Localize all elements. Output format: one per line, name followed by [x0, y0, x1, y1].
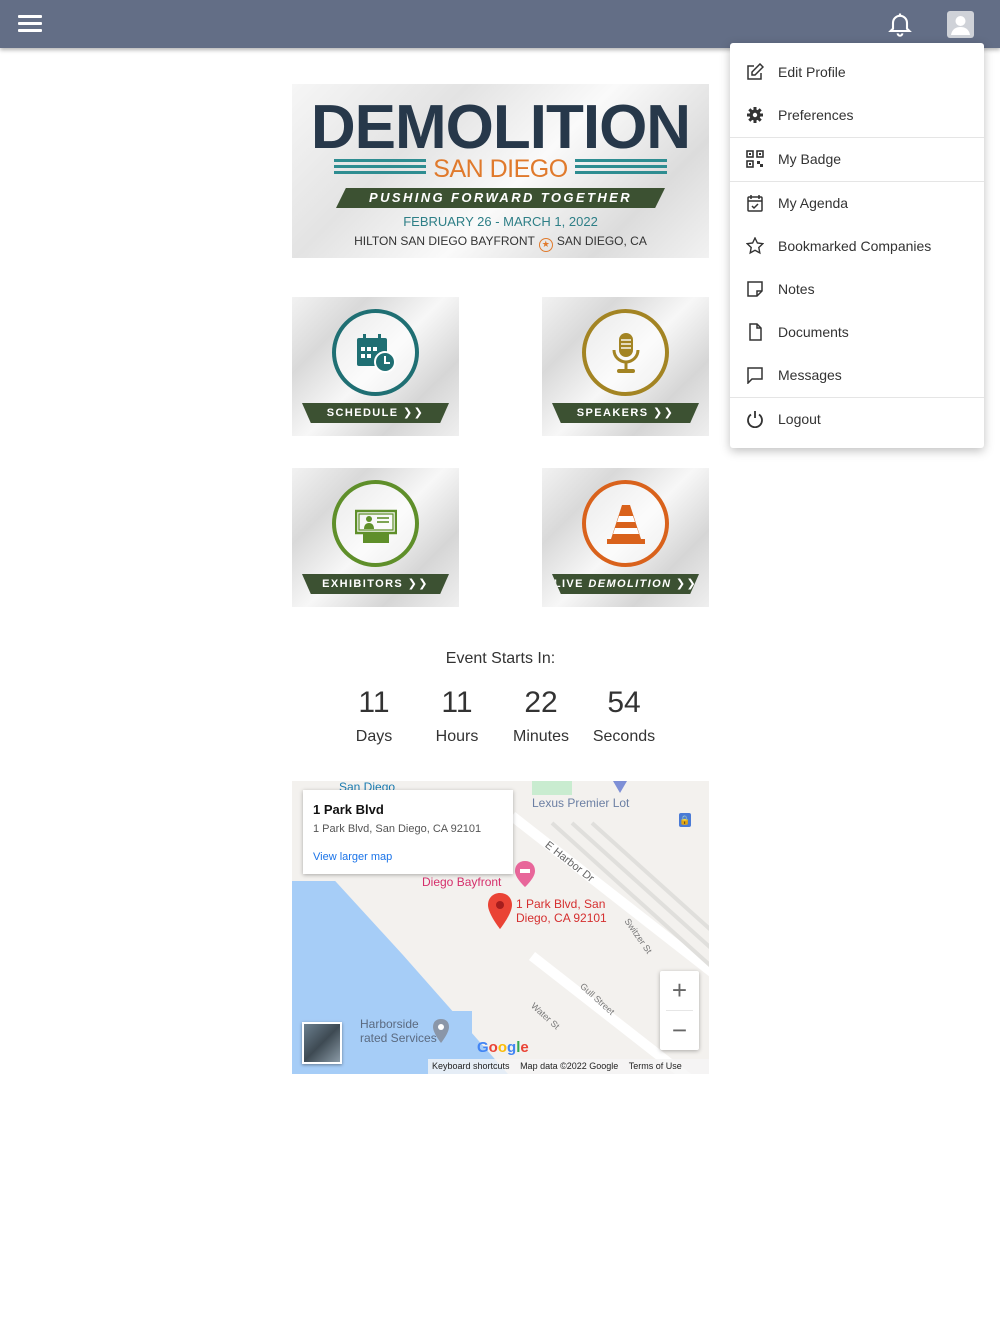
menu-item-preferences[interactable]: Preferences — [730, 94, 984, 137]
info-title: 1 Park Blvd — [313, 802, 384, 817]
edit-icon — [747, 63, 764, 80]
gear-icon — [747, 107, 763, 123]
note-icon — [747, 281, 763, 297]
menu-item-label: Bookmarked Companies — [778, 238, 932, 254]
banner-tagline: PUSHING FORWARD TOGETHER — [336, 188, 665, 208]
map-data-text: Map data ©2022 Google — [520, 1061, 619, 1071]
hamburger-icon[interactable] — [18, 12, 42, 36]
menu-item-label: Preferences — [778, 107, 854, 123]
document-icon — [749, 323, 762, 341]
microphone-icon — [612, 333, 640, 373]
menu-item-my-agenda[interactable]: My Agenda — [730, 182, 984, 225]
star-icon — [746, 237, 764, 255]
star-icon: ★ — [538, 238, 553, 252]
map-pin-label: 1 Park Blvd, San Diego, CA 92101 — [516, 897, 607, 925]
calendar-clock-icon — [357, 334, 396, 373]
schedule-tile[interactable]: SCHEDULE ❯❯ — [292, 297, 459, 436]
terms-link[interactable]: Terms of Use — [629, 1061, 682, 1071]
zoom-in-button[interactable]: + — [660, 971, 699, 1010]
map-label-bayfront: Diego Bayfront — [422, 875, 502, 889]
calendar-check-icon — [747, 195, 763, 212]
menu-item-bookmarked-companies[interactable]: Bookmarked Companies — [730, 225, 984, 268]
qr-code-icon — [746, 150, 764, 168]
menu-item-label: My Agenda — [778, 195, 849, 211]
marker-triangle-icon — [613, 781, 627, 793]
profile-dropdown-menu: Edit Profile Preferences My Badge My Age… — [730, 43, 984, 448]
schedule-icon-ring — [332, 309, 419, 396]
map-info-window: 1 Park Blvd 1 Park Blvd, San Diego, CA 9… — [303, 790, 513, 874]
banner-location: HILTON SAN DIEGO BAYFRONT ★ SAN DIEGO, CA — [292, 234, 709, 252]
exhibitors-tile[interactable]: EXHIBITORS ❯❯ — [292, 468, 459, 607]
menu-item-label: Documents — [778, 324, 849, 340]
zoom-out-button[interactable]: − — [660, 1011, 699, 1050]
keyboard-shortcuts-link[interactable]: Keyboard shortcuts — [432, 1061, 510, 1071]
info-address: 1 Park Blvd, San Diego, CA 92101 — [313, 823, 482, 835]
map-pin-icon[interactable] — [487, 893, 513, 929]
map-label-lexus: Lexus Premier Lot — [532, 796, 630, 810]
menu-item-label: Edit Profile — [778, 64, 846, 80]
map-label-harbor: E Harbor Dr — [542, 839, 597, 885]
google-map[interactable]: San Diego Lexus Premier Lot Diego Bayfro… — [292, 781, 709, 1074]
exhibitor-booth-icon — [355, 509, 397, 543]
countdown-hours: 11 Hours — [435, 686, 479, 745]
parking-icon: 🔒 — [679, 813, 691, 827]
place-pin-icon — [433, 1019, 449, 1043]
banner-city: SAN DIEGO, CA — [556, 234, 647, 248]
countdown-days: 11 Days — [355, 686, 393, 745]
countdown-seconds: 54 Seconds — [592, 686, 656, 745]
banner-venue: HILTON SAN DIEGO BAYFRONT — [354, 234, 535, 248]
menu-item-logout[interactable]: Logout — [730, 398, 984, 441]
traffic-cone-icon — [607, 505, 645, 544]
menu-item-my-badge[interactable]: My Badge — [730, 138, 984, 181]
map-footer: Keyboard shortcuts Map data ©2022 Google… — [428, 1059, 709, 1074]
speakers-tile[interactable]: SPEAKERS ❯❯ — [542, 297, 709, 436]
speakers-label: SPEAKERS ❯❯ — [552, 403, 699, 423]
chat-icon — [747, 367, 763, 384]
menu-item-label: Messages — [778, 367, 842, 383]
map-zoom-control: + − — [660, 971, 699, 1050]
banner-title: DEMOLITION — [310, 93, 691, 162]
countdown-minutes: 22 Minutes — [512, 686, 570, 745]
exhibitors-icon-ring — [332, 480, 419, 567]
map-park — [532, 781, 572, 795]
map-label-water: Water St — [529, 1000, 562, 1032]
top-bar — [0, 0, 1000, 48]
menu-item-label: My Badge — [778, 151, 842, 167]
live-demolition-icon-ring — [582, 480, 669, 567]
countdown-title: Event Starts In: — [445, 650, 556, 667]
menu-item-label: Logout — [778, 411, 821, 427]
live-demolition-label: LIVE DEMOLITION ❯❯ — [552, 574, 699, 594]
menu-item-documents[interactable]: Documents — [730, 311, 984, 354]
bell-icon[interactable] — [886, 10, 914, 38]
view-larger-map-link[interactable]: View larger map — [313, 851, 392, 863]
live-demolition-tile[interactable]: LIVE DEMOLITION ❯❯ — [542, 468, 709, 607]
power-icon — [747, 411, 763, 428]
menu-item-messages[interactable]: Messages — [730, 354, 984, 397]
map-label-harborside: Harborside rated Services — [360, 1017, 437, 1045]
banner-subtitle: SAN DIEGO — [433, 155, 568, 183]
user-avatar-icon[interactable] — [947, 11, 974, 38]
menu-item-label: Notes — [778, 281, 815, 297]
hotel-pin-icon — [515, 861, 535, 887]
menu-item-notes[interactable]: Notes — [730, 268, 984, 311]
exhibitors-label: EXHIBITORS ❯❯ — [302, 574, 449, 594]
banner-dates: FEBRUARY 26 - MARCH 1, 2022 — [403, 214, 598, 229]
schedule-label: SCHEDULE ❯❯ — [302, 403, 449, 423]
google-logo: Google — [477, 1039, 529, 1056]
event-banner: DEMOLITION SAN DIEGO PUSHING FORWARD TOG… — [292, 84, 709, 258]
speakers-icon-ring — [582, 309, 669, 396]
satellite-toggle-button[interactable] — [302, 1022, 342, 1064]
menu-item-edit-profile[interactable]: Edit Profile — [730, 51, 984, 94]
